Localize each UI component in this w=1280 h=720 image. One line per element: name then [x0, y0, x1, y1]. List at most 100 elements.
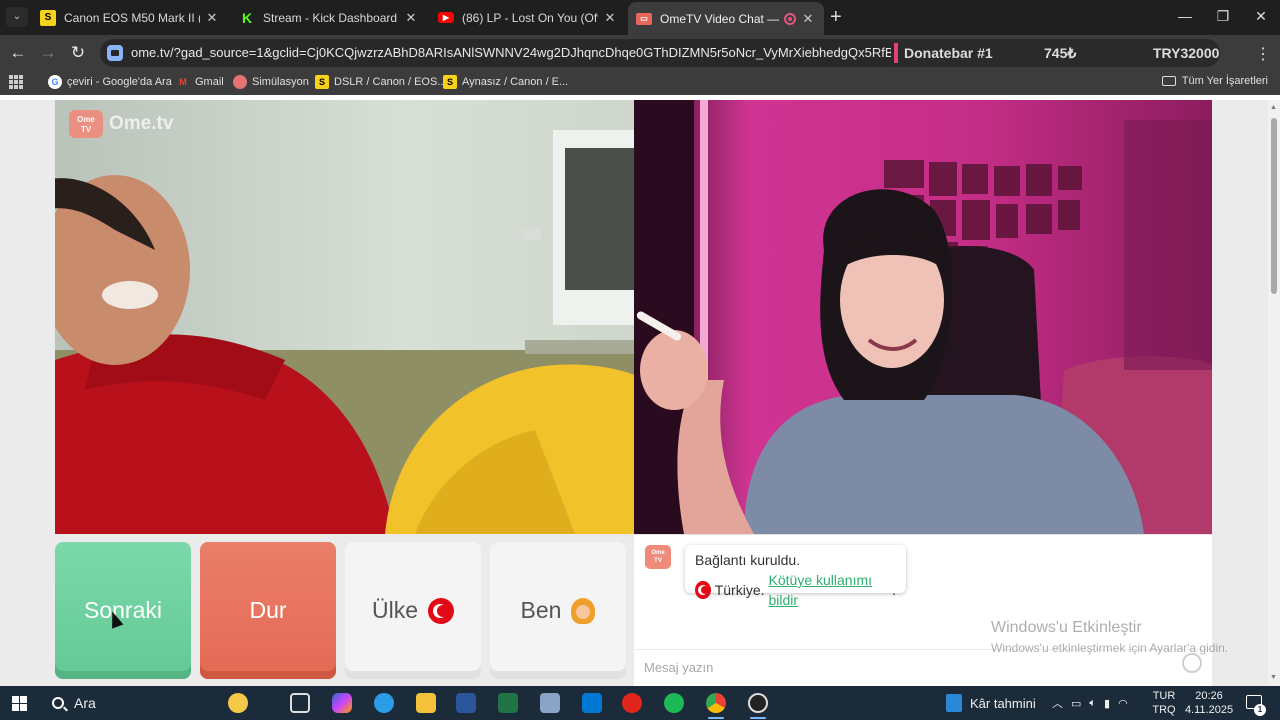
close-icon[interactable]: ✕ — [602, 10, 618, 26]
close-icon[interactable]: ✕ — [403, 10, 419, 26]
logo-badge-top: Ome — [77, 115, 95, 124]
search-label: Ara — [74, 695, 96, 711]
speaker-icon[interactable]: 🔈︎ — [1089, 697, 1096, 710]
stop-button[interactable]: Dur — [200, 542, 336, 679]
spotify-icon[interactable] — [664, 693, 684, 713]
donate-label: Donatebar #1 — [904, 45, 993, 61]
bookmark-simulasyon[interactable]: Simülasyon — [233, 75, 309, 89]
windows-taskbar: Ara Kâr tahmini ︿ ▭ 🔈︎ ▮ ◠ TUR TRQ 20:26… — [0, 686, 1280, 720]
opera-icon[interactable] — [622, 693, 642, 713]
turkey-flag-icon — [695, 581, 711, 599]
report-suffix: . — [892, 582, 896, 598]
clock-date: 4.11.2025 — [1184, 704, 1234, 716]
system-tray[interactable]: ︿ ▭ 🔈︎ ▮ ◠ — [1052, 686, 1128, 720]
partner-country-text: Türkiye. — [714, 582, 765, 598]
file-explorer-icon[interactable] — [416, 693, 436, 713]
page-scrollbar[interactable]: ▲ ▼ — [1268, 100, 1280, 686]
site-info-icon[interactable] — [107, 45, 123, 61]
microphone-icon[interactable]: ▮ — [1104, 697, 1110, 710]
apps-grid-icon[interactable] — [9, 75, 23, 89]
scroll-down-icon[interactable]: ▼ — [1270, 674, 1277, 681]
scroll-thumb[interactable] — [1271, 118, 1277, 294]
tab-youtube[interactable]: ▶ (86) LP - Lost On You (Official M ✕ — [430, 4, 626, 31]
bookmark-gmail[interactable]: M Gmail — [176, 75, 224, 89]
all-bookmarks-label: Tüm Yer İşaretleri — [1181, 75, 1268, 87]
bookmark-label: Simülasyon — [252, 76, 309, 88]
country-filter-button[interactable]: Ülke — [345, 542, 481, 679]
country-button-label: Ülke — [371, 597, 418, 623]
tab-title: (86) LP - Lost On You (Official M — [462, 10, 598, 25]
chrome-icon[interactable] — [706, 693, 726, 713]
obs-icon[interactable] — [748, 693, 768, 713]
next-button[interactable]: Sonraki — [55, 542, 191, 679]
close-icon[interactable]: ✕ — [800, 11, 816, 27]
bookmark-label: Aynasız / Canon / E... — [462, 76, 569, 88]
excel-icon[interactable] — [498, 693, 518, 713]
store-icon[interactable] — [582, 693, 602, 713]
ometv-logo-icon: Ome TV — [69, 110, 103, 138]
tab-canon[interactable]: S Canon EOS M50 Mark II (Kiss M ✕ — [32, 4, 228, 31]
gmail-icon: M — [179, 77, 187, 87]
reload-button[interactable]: ↻ — [68, 43, 88, 63]
bookmark-ceviri[interactable]: G çeviri - Google'da Ara — [48, 75, 172, 89]
forward-button[interactable]: → — [38, 43, 58, 63]
recording-icon — [784, 12, 796, 25]
search-icon — [52, 697, 64, 709]
turkey-flag-icon — [428, 597, 454, 624]
tab-kick[interactable]: K Stream - Kick Dashboard ✕ — [231, 4, 427, 31]
wifi-icon[interactable]: ◠ — [1118, 697, 1128, 710]
minimize-button[interactable]: — — [1165, 8, 1205, 24]
bookmark-dslr[interactable]: S DSLR / Canon / EOS... — [315, 75, 447, 89]
taskbar-clock[interactable]: 20:26 4.11.2025 — [1184, 689, 1234, 717]
simulation-icon — [233, 75, 247, 89]
weather-widget[interactable]: Kâr tahmini — [946, 686, 1036, 720]
back-button[interactable]: ← — [8, 43, 28, 63]
folder-icon — [1161, 76, 1176, 86]
youtube-icon: ▶ — [438, 12, 454, 23]
url-text[interactable]: ome.tv/?gad_source=1&gclid=Cj0KCQjwzrzAB… — [131, 45, 891, 60]
donate-bar-overlay: Donatebar #1 745₺ TRY32000 — [894, 39, 1220, 67]
bookmark-label: Gmail — [195, 76, 224, 88]
battery-icon[interactable]: ▭ — [1071, 697, 1081, 710]
woman-avatar-icon — [571, 597, 596, 624]
window-close-button[interactable]: ✕ — [1241, 8, 1280, 25]
tab-title: Canon EOS M50 Mark II (Kiss M — [64, 10, 200, 25]
browser-menu-icon[interactable]: ⋮ — [1255, 44, 1271, 64]
calculator-icon[interactable] — [540, 693, 560, 713]
watermark-subtitle: Windows'u etkinleştirmek için Ayarlar'a … — [991, 641, 1229, 655]
emoji-icon[interactable] — [1182, 653, 1202, 673]
local-video: Ome TV Ome.tv — [55, 100, 634, 534]
bookmark-aynasiz[interactable]: S Aynasız / Canon / E... — [443, 75, 568, 89]
ometv-logo: Ome TV Ome.tv — [69, 110, 173, 138]
windows-start-icon[interactable] — [12, 696, 27, 711]
copilot-sparkle-icon[interactable] — [228, 693, 248, 713]
obs-active-indicator — [750, 717, 766, 719]
message-input-placeholder: Mesaj yazın — [644, 660, 714, 675]
copilot-icon[interactable] — [332, 693, 352, 713]
new-tab-button[interactable]: + — [830, 7, 842, 27]
lang-top: TUR — [1152, 690, 1176, 702]
bookmark-label: DSLR / Canon / EOS... — [334, 76, 447, 88]
report-abuse-link[interactable]: Kötüye kullanımı bildir — [769, 570, 889, 610]
weather-icon — [946, 694, 962, 712]
close-icon[interactable]: ✕ — [204, 10, 220, 26]
input-language[interactable]: TUR TRQ — [1150, 689, 1178, 717]
tab-ometv[interactable]: ▭ OmeTV Video Chat — Ome ✕ — [628, 2, 824, 35]
address-bar[interactable]: ome.tv/?gad_source=1&gclid=Cj0KCQjwzrzAB… — [100, 39, 1220, 67]
all-bookmarks-button[interactable]: Tüm Yer İşaretleri — [1161, 75, 1268, 87]
maximize-button[interactable]: ❐ — [1203, 8, 1243, 25]
edge-icon[interactable] — [374, 693, 394, 713]
ometv-icon: ▭ — [636, 12, 652, 25]
tab-search-button[interactable]: ⌄ — [6, 7, 28, 27]
chevron-up-icon[interactable]: ︿ — [1052, 695, 1063, 711]
chat-logo-top: Ome — [651, 550, 665, 556]
task-view-icon[interactable] — [290, 693, 310, 713]
scroll-up-icon[interactable]: ▲ — [1270, 104, 1277, 111]
me-gender-button[interactable]: Ben — [490, 542, 626, 679]
remote-video — [634, 100, 1212, 534]
chat-logo-bottom: TV — [654, 558, 662, 564]
next-button-label: Sonraki — [84, 597, 162, 623]
watermark-title: Windows'u Etkinleştir — [991, 619, 1142, 636]
word-icon[interactable] — [456, 693, 476, 713]
donate-amount: 745₺ — [1044, 45, 1077, 61]
